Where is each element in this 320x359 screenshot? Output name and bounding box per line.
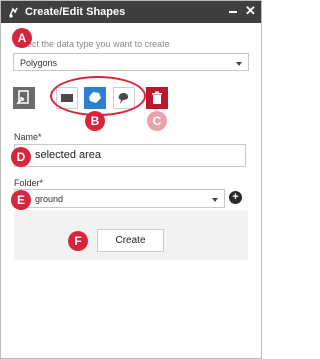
annotation-marker-c: C: [147, 111, 167, 131]
annotation-marker-d: D: [11, 147, 31, 167]
import-shapes-button[interactable]: [13, 87, 35, 109]
import-shapes-icon: [16, 90, 29, 105]
data-type-select[interactable]: Polygons: [13, 53, 249, 71]
folder-selected: ground: [35, 194, 64, 204]
data-type-instruction: Select the data type you want to create: [14, 39, 170, 49]
chevron-down-icon: [212, 198, 218, 202]
delete-tool-button[interactable]: [146, 87, 168, 109]
name-input-value: selected area: [35, 149, 102, 161]
folder-select[interactable]: ground: [14, 189, 225, 208]
close-icon[interactable]: ✕: [245, 3, 256, 19]
title-bar: Create/Edit Shapes ✕: [1, 1, 261, 23]
name-input[interactable]: selected area: [14, 144, 246, 167]
tool-highlight-oval: [50, 76, 146, 116]
create-edit-shapes-panel: Create/Edit Shapes ✕ Select the data typ…: [0, 0, 262, 359]
annotation-marker-b: B: [85, 111, 105, 131]
shapes-icon: [9, 7, 18, 18]
chevron-down-icon: [236, 62, 242, 66]
data-type-selected: Polygons: [20, 58, 58, 68]
name-label: Name*: [14, 132, 42, 142]
folder-label: Folder*: [14, 178, 44, 188]
annotation-marker-a: A: [12, 28, 32, 48]
add-folder-icon[interactable]: +: [229, 191, 242, 204]
annotation-marker-e: E: [11, 190, 31, 210]
delete-tool-icon: [152, 91, 162, 104]
minimize-icon[interactable]: [229, 11, 237, 13]
create-button[interactable]: Create: [97, 229, 164, 252]
window-title: Create/Edit Shapes: [25, 6, 126, 18]
annotation-marker-f: F: [68, 231, 88, 251]
